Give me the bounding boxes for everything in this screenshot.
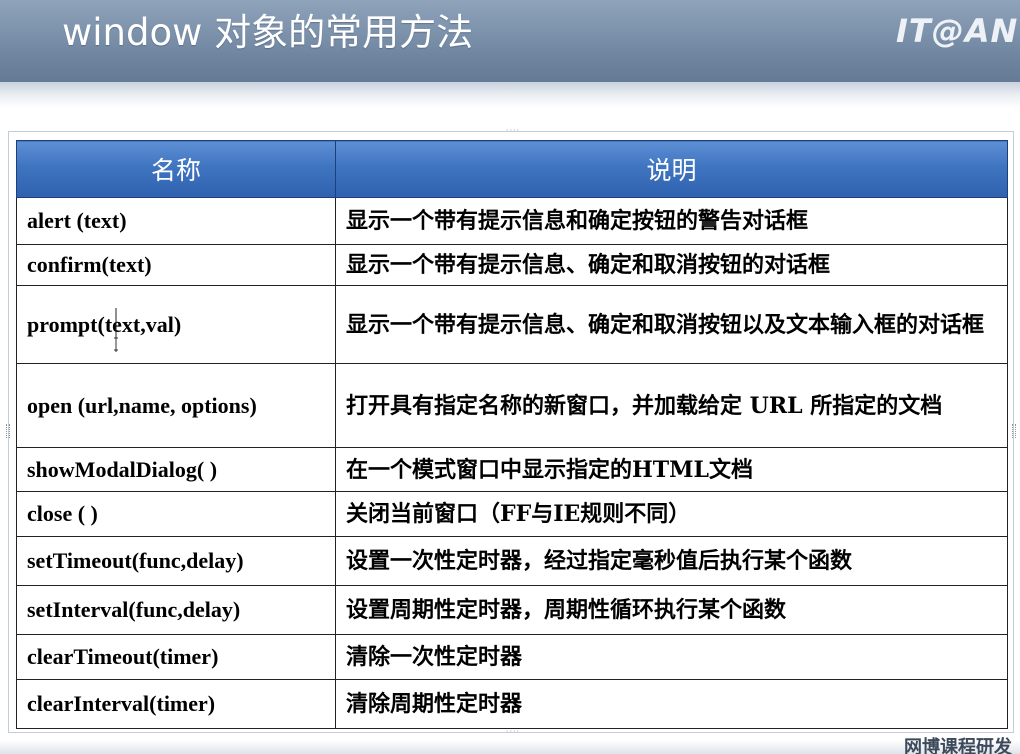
- method-name: clearInterval(timer): [16, 679, 336, 729]
- table-row: prompt(text,val) 显示一个带有提示信息、确定和取消按钮以及文本输…: [16, 285, 1008, 364]
- method-description: 显示一个带有提示信息、确定和取消按钮以及文本输入框的对话框: [335, 285, 1008, 364]
- method-description: 设置周期性定时器，周期性循环执行某个函数: [335, 585, 1008, 635]
- title-bar-sheen: [0, 82, 1020, 108]
- footer-band: [0, 740, 1020, 754]
- brand-logo: IT@AN: [896, 12, 1019, 50]
- method-description: 关闭当前窗口（FF与IE规则不同）: [335, 491, 1008, 537]
- column-header-description: 说明: [335, 140, 1008, 198]
- resize-handle-bottom[interactable]: ····: [503, 728, 523, 736]
- method-description: 清除周期性定时器: [335, 679, 1008, 729]
- method-description: 显示一个带有提示信息和确定按钮的警告对话框: [335, 197, 1008, 245]
- slide: window 对象的常用方法 IT@AN ···· ···· 名称 说明 ale…: [0, 0, 1020, 754]
- page-title: window 对象的常用方法: [62, 11, 474, 54]
- method-name: confirm(text): [16, 244, 336, 286]
- table-row: confirm(text) 显示一个带有提示信息、确定和取消按钮的对话框: [16, 244, 1008, 286]
- method-name: clearTimeout(timer): [16, 634, 336, 680]
- table-row: alert (text) 显示一个带有提示信息和确定按钮的警告对话框: [16, 197, 1008, 245]
- footer-caption: 网博课程研发: [904, 737, 1012, 754]
- method-description: 在一个模式窗口中显示指定的HTML文档: [335, 447, 1008, 492]
- method-description: 设置一次性定时器，经过指定毫秒值后执行某个函数: [335, 536, 1008, 586]
- method-name: setTimeout(func,delay): [16, 536, 336, 586]
- table-header-row: 名称 说明: [16, 140, 1008, 198]
- method-description: 显示一个带有提示信息、确定和取消按钮的对话框: [335, 244, 1008, 286]
- resize-handle-left[interactable]: [6, 424, 10, 438]
- table-row: clearInterval(timer) 清除周期性定时器: [16, 679, 1008, 729]
- table-row: showModalDialog( ) 在一个模式窗口中显示指定的HTML文档: [16, 447, 1008, 492]
- column-header-name: 名称: [16, 140, 336, 198]
- method-description: 清除一次性定时器: [335, 634, 1008, 680]
- method-name: prompt(text,val): [16, 285, 336, 364]
- title-bar: window 对象的常用方法 IT@AN: [0, 0, 1020, 82]
- method-name: open (url,name, options): [16, 363, 336, 448]
- table-row: clearTimeout(timer) 清除一次性定时器: [16, 634, 1008, 680]
- table-row: close ( ) 关闭当前窗口（FF与IE规则不同）: [16, 491, 1008, 537]
- method-description: 打开具有指定名称的新窗口，并加载给定 URL 所指定的文档: [335, 363, 1008, 448]
- resize-handle-right[interactable]: [1012, 424, 1016, 438]
- method-name: close ( ): [16, 491, 336, 537]
- resize-handle-top[interactable]: ····: [503, 127, 523, 135]
- method-name: alert (text): [16, 197, 336, 245]
- table-row: setTimeout(func,delay) 设置一次性定时器，经过指定毫秒值后…: [16, 536, 1008, 586]
- table-row: open (url,name, options) 打开具有指定名称的新窗口，并加…: [16, 363, 1008, 448]
- table-row: setInterval(func,delay) 设置周期性定时器，周期性循环执行…: [16, 585, 1008, 635]
- method-name: showModalDialog( ): [16, 447, 336, 492]
- methods-table: 名称 说明 alert (text) 显示一个带有提示信息和确定按钮的警告对话框…: [16, 140, 1008, 729]
- method-name: setInterval(func,delay): [16, 585, 336, 635]
